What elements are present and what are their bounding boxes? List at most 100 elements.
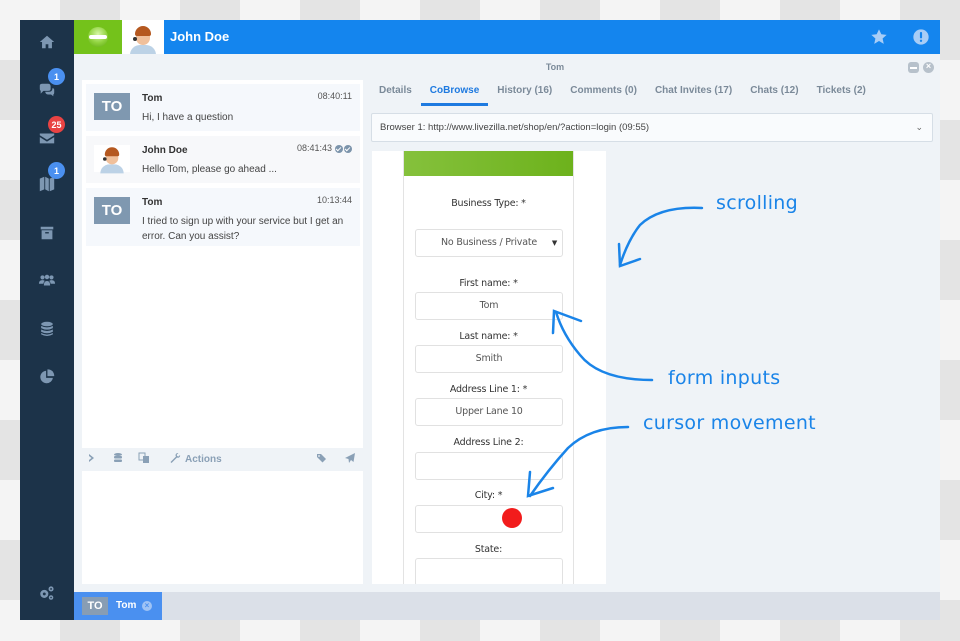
minimize-icon	[910, 67, 917, 69]
chats-badge: 1	[48, 68, 65, 85]
state-label: State:	[474, 544, 503, 555]
open-chats-bar: TO Tom ×	[74, 592, 940, 620]
message-time-wrap: 08:41:43	[297, 143, 352, 153]
actions-button[interactable]: Actions	[169, 451, 222, 467]
users-icon	[38, 272, 56, 295]
send-button[interactable]	[344, 451, 356, 467]
open-chat-tab[interactable]: TO Tom ×	[74, 592, 162, 620]
message-sender: Tom	[142, 197, 163, 208]
sidebar-item-tickets[interactable]: 25	[20, 116, 74, 158]
chat-message: TO Tom 08:40:11 Hi, I have a question	[86, 84, 360, 131]
cobrowse-view[interactable]: Business Type: * No Business / Private ▼ …	[372, 151, 606, 584]
first-name-input[interactable]: Tom	[415, 292, 563, 320]
star-icon	[870, 29, 888, 50]
sidebar-item-home[interactable]	[20, 26, 74, 62]
business-type-value: No Business / Private	[441, 237, 537, 248]
sidebar-item-settings[interactable]	[20, 577, 74, 613]
caret-down-icon: ▼	[551, 239, 557, 247]
operator-photo	[130, 24, 156, 54]
tab-tickets[interactable]: Tickets (2)	[808, 80, 875, 106]
database-icon	[112, 452, 124, 467]
city-input[interactable]	[415, 505, 563, 533]
close-panel-button[interactable]: ×	[923, 61, 934, 73]
archive-box-icon	[38, 224, 56, 247]
alerts-button[interactable]	[912, 28, 930, 46]
read-receipt-icon	[335, 144, 352, 153]
visitors-badge: 1	[48, 162, 65, 179]
tab-comments[interactable]: Comments (0)	[561, 80, 646, 106]
tags-button[interactable]	[316, 451, 328, 467]
message-text: Hello Tom, please go ahead ...	[142, 164, 277, 175]
tag-icon	[316, 452, 328, 467]
translate-icon	[138, 452, 150, 467]
operator-name: John Doe	[170, 29, 230, 44]
browser-select-value: Browser 1: http://www.livezilla.net/shop…	[380, 122, 650, 133]
translate-button[interactable]	[138, 451, 150, 467]
address-line-2-label: Address Line 2:	[453, 437, 524, 448]
minimize-button[interactable]	[908, 62, 919, 73]
cobrowse-page: Business Type: * No Business / Private ▼ …	[403, 151, 574, 584]
chevron-down-icon: ⌄	[915, 122, 923, 132]
close-icon: ×	[925, 61, 932, 71]
chat-message: TO Tom 10:13:44 I tried to sign up with …	[86, 188, 360, 246]
actions-label: Actions	[185, 453, 222, 465]
visitor-avatar: TO	[94, 93, 130, 120]
livezilla-app: 1 25 1 John Doe TO Tom 08:40:11 Hi, I ha…	[20, 20, 940, 620]
database-icon	[38, 320, 56, 343]
open-chat-avatar: TO	[82, 597, 108, 615]
favorite-button[interactable]	[870, 28, 888, 46]
business-type-label: Business Type: *	[451, 198, 526, 209]
sidebar-item-chats[interactable]: 1	[20, 68, 74, 110]
city-label: City: *	[474, 490, 503, 501]
tab-chats[interactable]: Chats (12)	[741, 80, 807, 106]
alert-icon	[912, 29, 930, 50]
address-line-1-input[interactable]: Upper Lane 10	[415, 398, 563, 426]
sidebar-item-archive[interactable]	[20, 217, 74, 253]
message-text: I tried to sign up with your service but…	[142, 216, 344, 242]
message-time: 08:40:11	[317, 91, 352, 101]
pie-chart-icon	[38, 368, 56, 391]
state-input[interactable]	[415, 558, 563, 584]
sidebar-item-users[interactable]	[20, 265, 74, 301]
tab-cobrowse[interactable]: CoBrowse	[420, 80, 489, 106]
header-bar: John Doe	[74, 20, 940, 54]
home-icon	[38, 33, 56, 56]
annotation-cursor-movement: cursor movement	[643, 412, 816, 434]
address-line-2-input[interactable]	[415, 452, 563, 480]
tab-history[interactable]: History (16)	[488, 80, 561, 106]
annotation-form-inputs: form inputs	[668, 367, 781, 389]
message-sender: John Doe	[142, 145, 188, 156]
close-chat-icon[interactable]: ×	[142, 601, 152, 611]
address-line-1-label: Address Line 1: *	[449, 384, 528, 395]
message-sender: Tom	[142, 93, 163, 104]
operator-photo	[100, 145, 124, 173]
tab-details[interactable]: Details	[370, 80, 421, 106]
operator-avatar-small	[94, 145, 130, 173]
visitor-avatar: TO	[94, 197, 130, 224]
business-type-select[interactable]: No Business / Private ▼	[415, 229, 563, 257]
gears-icon	[38, 584, 56, 607]
sidebar-item-visitors[interactable]: 1	[20, 162, 74, 204]
message-time: 10:13:44	[316, 195, 352, 205]
message-time: 08:41:43	[296, 143, 332, 153]
last-name-input[interactable]: Smith	[415, 345, 563, 373]
browser-select[interactable]: Browser 1: http://www.livezilla.net/shop…	[371, 113, 933, 142]
last-name-label: Last name: *	[459, 331, 518, 342]
chat-toolbar: Actions	[82, 448, 363, 470]
canned-responses-button[interactable]	[112, 451, 124, 467]
site-header	[404, 151, 573, 176]
message-text: Hi, I have a question	[142, 112, 234, 123]
first-name-label: First name: *	[459, 278, 518, 289]
chat-message-input[interactable]	[82, 471, 363, 584]
tab-chat-invites[interactable]: Chat Invites (17)	[646, 80, 741, 106]
sidebar-item-reports[interactable]	[20, 361, 74, 397]
operator-avatar[interactable]	[122, 20, 164, 54]
tickets-badge: 25	[48, 116, 65, 133]
expand-button[interactable]	[86, 451, 98, 467]
annotation-scrolling: scrolling	[716, 192, 799, 214]
sidebar-item-database[interactable]	[20, 313, 74, 349]
visitor-cursor-indicator	[502, 508, 522, 528]
app-logo[interactable]	[74, 20, 122, 54]
wrench-icon	[169, 452, 181, 467]
chat-message-list[interactable]: TO Tom 08:40:11 Hi, I have a question Jo…	[82, 80, 363, 448]
